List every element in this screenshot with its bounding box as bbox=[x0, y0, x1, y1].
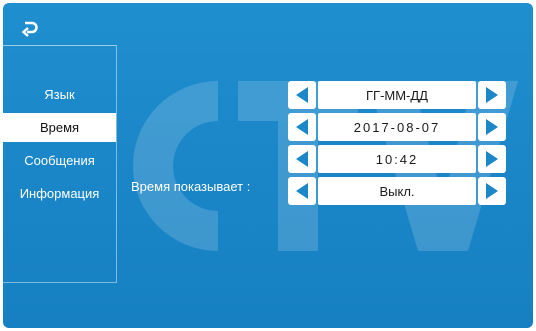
triangle-left-icon bbox=[296, 87, 308, 103]
time-display-label: Время показывает : bbox=[131, 179, 251, 194]
sidebar-menu: Язык Время Сообщения Информация bbox=[3, 45, 117, 283]
date-format-next-button[interactable] bbox=[478, 81, 506, 109]
triangle-right-icon bbox=[486, 87, 498, 103]
date-format-prev-button[interactable] bbox=[288, 81, 316, 109]
time-display-prev-button[interactable] bbox=[288, 177, 316, 205]
triangle-right-icon bbox=[486, 151, 498, 167]
date-value[interactable]: 2017-08-07 bbox=[318, 113, 476, 141]
sidebar-item-time[interactable]: Время bbox=[3, 113, 116, 142]
time-next-button[interactable] bbox=[478, 145, 506, 173]
sidebar-item-language[interactable]: Язык bbox=[3, 80, 116, 109]
date-next-button[interactable] bbox=[478, 113, 506, 141]
sidebar-item-label: Сообщения bbox=[24, 153, 95, 168]
time-value[interactable]: 10:42 bbox=[318, 145, 476, 173]
time-display-selector: Выкл. bbox=[288, 177, 506, 205]
time-display-next-button[interactable] bbox=[478, 177, 506, 205]
sidebar-item-information[interactable]: Информация bbox=[3, 179, 116, 208]
date-format-selector: ГГ-ММ-ДД bbox=[288, 81, 506, 109]
date-format-value: ГГ-ММ-ДД bbox=[318, 81, 476, 109]
time-display-value: Выкл. bbox=[318, 177, 476, 205]
sidebar-item-label: Язык bbox=[44, 87, 75, 102]
triangle-right-icon bbox=[486, 119, 498, 135]
triangle-left-icon bbox=[296, 183, 308, 199]
date-prev-button[interactable] bbox=[288, 113, 316, 141]
triangle-left-icon bbox=[296, 119, 308, 135]
triangle-left-icon bbox=[296, 151, 308, 167]
back-button[interactable] bbox=[19, 17, 41, 39]
screen: Язык Время Сообщения Информация ГГ-ММ-ДД… bbox=[3, 3, 533, 328]
triangle-right-icon bbox=[486, 183, 498, 199]
sidebar-item-label: Время bbox=[39, 120, 80, 135]
time-prev-button[interactable] bbox=[288, 145, 316, 173]
sidebar-item-messages[interactable]: Сообщения bbox=[3, 146, 116, 175]
sidebar-item-label: Информация bbox=[19, 186, 100, 201]
date-selector: 2017-08-07 bbox=[288, 113, 506, 141]
return-arrow-icon bbox=[21, 21, 38, 37]
time-selector: 10:42 bbox=[288, 145, 506, 173]
